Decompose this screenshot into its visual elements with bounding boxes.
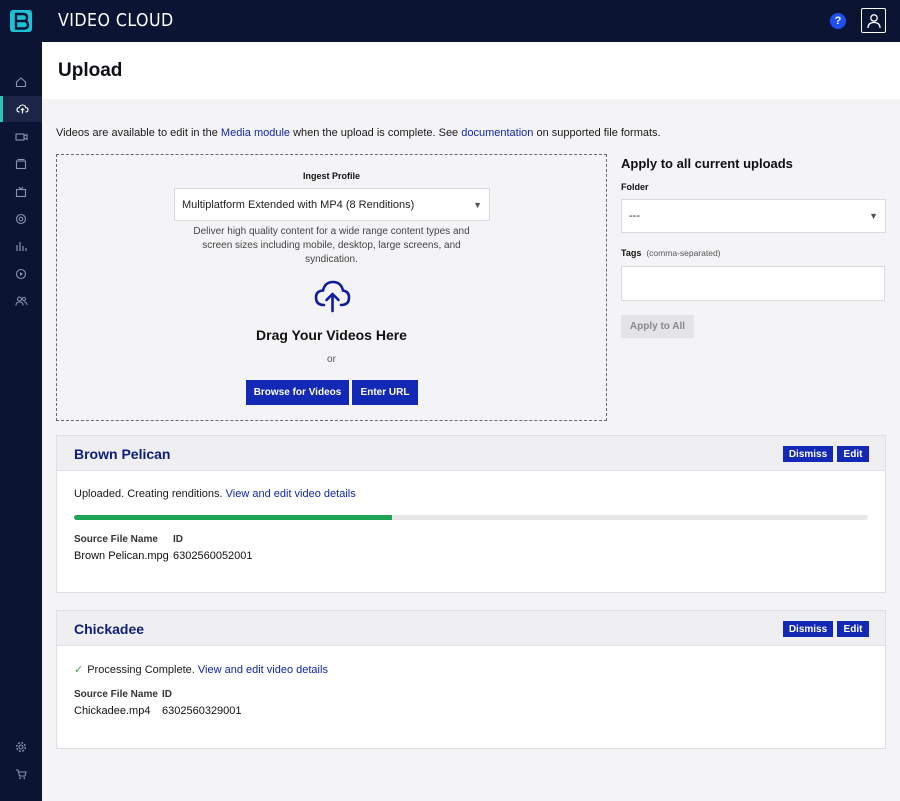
edit-button[interactable]: Edit [837, 621, 869, 637]
sidebar-item-users[interactable] [0, 288, 42, 314]
sidebar-item-media[interactable] [0, 151, 42, 177]
upload-card: Brown Pelican Dismiss Edit Uploaded. Cre… [56, 435, 886, 593]
tags-hint: (comma-separated) [646, 248, 721, 258]
users-icon [14, 296, 27, 306]
dropdown-arrow-icon: ▼ [869, 211, 878, 221]
apply-all-title: Apply to all current uploads [621, 156, 793, 171]
sidebar-item-upload[interactable] [0, 96, 42, 122]
tv-icon [15, 186, 27, 198]
folder-select[interactable]: --- ▼ [621, 199, 886, 233]
upload-progress-bar [74, 515, 868, 520]
sidebar-item-tv[interactable] [0, 179, 42, 205]
upload-status-text: Processing Complete. [87, 664, 195, 676]
intro-prefix: Videos are available to edit in the [56, 127, 221, 139]
drag-videos-title: Drag Your Videos Here [256, 327, 407, 343]
help-icon[interactable]: ? [830, 13, 846, 29]
or-divider-text: or [327, 354, 336, 365]
brightcove-logo-icon[interactable] [0, 0, 42, 42]
browse-videos-button[interactable]: Browse for Videos [246, 380, 349, 405]
page-title: Upload [58, 60, 123, 81]
ingest-profile-value: Multiplatform Extended with MP4 (8 Rendi… [182, 198, 415, 211]
upload-card: Chickadee Dismiss Edit ✓ Processing Compl… [56, 610, 886, 749]
view-edit-details-link[interactable]: View and edit video details [226, 488, 356, 500]
view-edit-details-link[interactable]: View and edit video details [198, 664, 328, 676]
folder-label: Folder [621, 182, 649, 192]
sidebar [0, 42, 42, 801]
apply-to-all-button[interactable]: Apply to All [621, 315, 694, 338]
sidebar-item-cart[interactable] [0, 761, 42, 787]
upload-progress-fill [74, 515, 392, 520]
upload-status-text: Uploaded. Creating renditions. [74, 488, 223, 500]
source-file-name-label: Source File Name [74, 689, 158, 700]
cart-icon [16, 769, 27, 780]
ingest-profile-description: Deliver high quality content for a wide … [193, 226, 470, 265]
intro-text: Videos are available to edit in the Medi… [56, 127, 661, 139]
source-file-name-value: Brown Pelican.mpg [74, 550, 169, 562]
media-icon [15, 158, 27, 170]
sidebar-item-players[interactable] [0, 261, 42, 287]
tags-input[interactable] [621, 266, 885, 301]
video-id-value: 6302560329001 [162, 705, 242, 717]
dismiss-button[interactable]: Dismiss [783, 446, 833, 462]
dismiss-button[interactable]: Dismiss [783, 621, 833, 637]
cloud-upload-icon [313, 279, 351, 318]
ingest-profile-select[interactable]: Multiplatform Extended with MP4 (8 Rendi… [174, 188, 490, 221]
upload-status: ✓ Processing Complete. View and edit vide… [74, 663, 328, 676]
enter-url-button[interactable]: Enter URL [352, 380, 418, 405]
upload-title: Chickadee [74, 621, 145, 637]
tags-label-row: Tags (comma-separated) [621, 248, 721, 258]
upload-dropzone[interactable]: Ingest Profile Multiplatform Extended wi… [56, 154, 607, 421]
sidebar-item-live[interactable] [0, 124, 42, 150]
upload-card-header: Chickadee Dismiss Edit [57, 611, 885, 646]
media-module-link[interactable]: Media module [221, 127, 290, 139]
sidebar-item-home[interactable] [0, 69, 42, 95]
upload-status: Uploaded. Creating renditions. View and … [74, 488, 356, 500]
gear-icon [15, 741, 27, 753]
user-account-icon[interactable] [861, 8, 886, 33]
video-id-label: ID [173, 534, 183, 545]
documentation-link[interactable]: documentation [461, 127, 533, 139]
player-icon [15, 268, 27, 280]
analytics-icon [16, 242, 27, 251]
source-file-name-value: Chickadee.mp4 [74, 705, 151, 717]
sidebar-item-analytics[interactable] [0, 233, 42, 259]
video-id-value: 6302560052001 [173, 550, 253, 562]
video-camera-icon [14, 133, 28, 141]
globe-icon [15, 213, 27, 225]
checkmark-icon: ✓ [74, 664, 84, 676]
upload-title: Brown Pelican [74, 446, 171, 462]
page-header: Upload [42, 42, 900, 99]
ingest-profile-label: Ingest Profile [302, 171, 360, 181]
top-bar: VIDEO CLOUD ? [0, 0, 900, 42]
sidebar-item-settings[interactable] [0, 734, 42, 760]
source-file-name-label: Source File Name [74, 534, 158, 545]
upload-icon [16, 104, 29, 114]
upload-card-header: Brown Pelican Dismiss Edit [57, 436, 885, 471]
intro-suffix: on supported file formats. [533, 127, 661, 139]
folder-select-value: --- [629, 210, 640, 222]
tags-label: Tags [621, 248, 642, 258]
main-content: Upload Videos are available to edit in t… [42, 42, 900, 801]
intro-middle: when the upload is complete. See [290, 127, 462, 139]
sidebar-item-social[interactable] [0, 206, 42, 232]
home-icon [15, 77, 27, 88]
app-brand: VIDEO CLOUD [58, 10, 174, 31]
dropdown-arrow-icon: ▼ [473, 199, 482, 210]
edit-button[interactable]: Edit [837, 446, 869, 462]
video-id-label: ID [162, 689, 172, 700]
